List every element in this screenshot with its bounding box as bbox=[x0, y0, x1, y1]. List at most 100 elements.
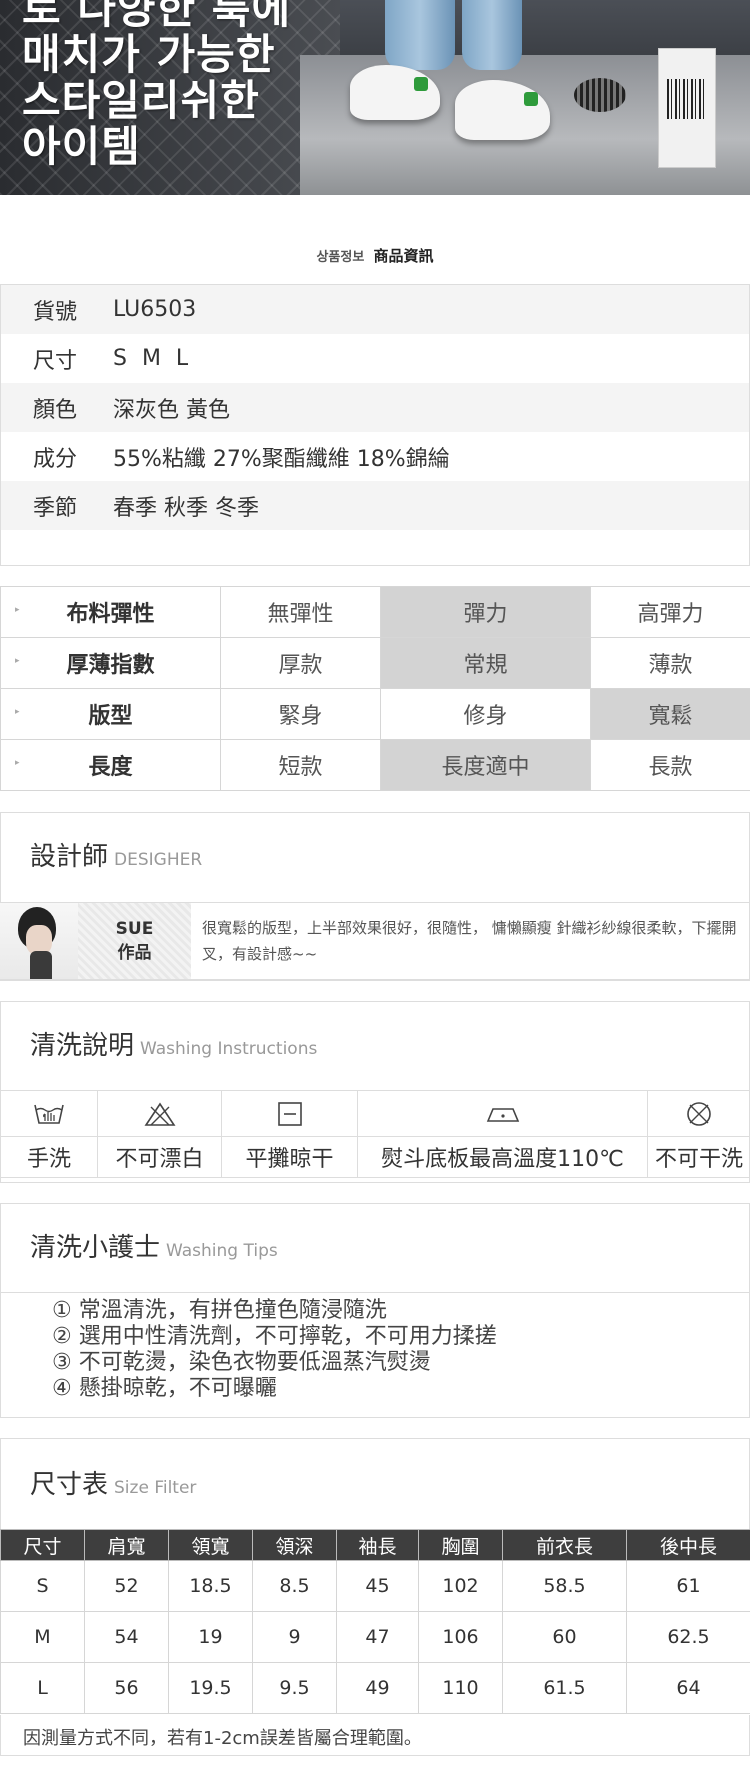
info-value: S M L bbox=[113, 346, 193, 371]
size-header: 肩寬 bbox=[84, 1529, 169, 1561]
attribute-label: ▸ 長度 bbox=[0, 739, 221, 791]
designer-name-card: SUE 作品 bbox=[78, 903, 191, 979]
size-cell: M bbox=[0, 1611, 85, 1663]
hero-banner: 로 다양한 룩에 매치가 가능한 스타일리쉬한 아이템 bbox=[0, 0, 750, 195]
attribute-label: ▸ 布料彈性 bbox=[0, 586, 221, 638]
no-bleach-icon bbox=[97, 1090, 222, 1137]
wash-label: 手洗 bbox=[0, 1136, 98, 1178]
jeans-leg bbox=[385, 0, 455, 70]
size-cell: 45 bbox=[336, 1560, 419, 1612]
size-cell: 9 bbox=[252, 1611, 337, 1663]
hero-line: 로 다양한 룩에 bbox=[22, 0, 292, 33]
size-cell: 49 bbox=[336, 1662, 419, 1714]
wash-label: 不可干洗 bbox=[647, 1136, 750, 1178]
attribute-option: 高彈力 bbox=[590, 586, 750, 638]
size-title: 尺寸表 Size Filter bbox=[30, 1470, 197, 1500]
size-cell: 64 bbox=[626, 1662, 750, 1714]
iron-icon bbox=[357, 1090, 648, 1137]
size-table: 尺寸 肩寬 領寬 領深 袖長 胸圍 前衣長 後中長 S 52 18.5 8.5 … bbox=[0, 1529, 750, 1714]
product-info-table: 貨號 LU6503 尺寸 S M L 顏色 深灰色 黃色 成分 55%粘纖 27… bbox=[0, 284, 750, 566]
bullet-arrow-icon: ▸ bbox=[15, 758, 20, 768]
info-label: 季節 bbox=[33, 495, 78, 521]
info-row: 成分 55%粘纖 27%聚酯纖維 18%錦綸 bbox=[1, 432, 749, 481]
size-header: 前衣長 bbox=[502, 1529, 627, 1561]
size-header: 袖長 bbox=[336, 1529, 419, 1561]
size-cell: 106 bbox=[418, 1611, 503, 1663]
floor-drain bbox=[574, 78, 626, 112]
designer-title: 設計師 DESIGHER bbox=[30, 842, 203, 872]
tips-list: ① 常溫清洗，有拼色撞色隨浸隨洗 ② 選用中性清洗劑，不可擰乾，不可用力揉搓 ③… bbox=[52, 1298, 497, 1402]
attribute-option: 長款 bbox=[590, 739, 750, 791]
size-cell: 54 bbox=[84, 1611, 169, 1663]
tip-item: ② 選用中性清洗劑，不可擰乾，不可用力揉搓 bbox=[52, 1324, 497, 1349]
bullet-arrow-icon: ▸ bbox=[15, 605, 20, 615]
attribute-option-selected: 彈力 bbox=[380, 586, 591, 638]
no-dry-clean-icon bbox=[647, 1090, 750, 1137]
designer-row: SUE 作品 很寬鬆的版型，上半部效果很好，很隨性， 慵懶顯瘦 針織衫紗線很柔軟… bbox=[0, 902, 750, 980]
heading-zh: 商品資訊 bbox=[373, 247, 434, 265]
washing-table: 手洗 不可漂白 平攤晾干 熨斗底板最高溫度110℃ 不可干洗 bbox=[0, 1090, 750, 1178]
attribute-row: ▸ 版型 緊身 修身 寬鬆 bbox=[0, 688, 750, 740]
wash-label: 熨斗底板最高溫度110℃ bbox=[357, 1136, 648, 1178]
hero-line: 매치가 가능한 bbox=[22, 30, 276, 79]
size-cell: 47 bbox=[336, 1611, 419, 1663]
size-cell: 18.5 bbox=[168, 1560, 253, 1612]
washing-title: 清洗說明 Washing Instructions bbox=[30, 1031, 318, 1061]
tips-title: 清洗小護士 Washing Tips bbox=[30, 1233, 278, 1263]
washing-title-en: Washing Instructions bbox=[140, 1039, 318, 1059]
designer-works-label: 作品 bbox=[117, 943, 152, 963]
attribute-row: ▸ 長度 短款 長度適中 長款 bbox=[0, 739, 750, 791]
attribute-label: ▸ 厚薄指數 bbox=[0, 637, 221, 689]
hero-line: 아이템 bbox=[22, 122, 141, 171]
attribute-option: 修身 bbox=[380, 688, 591, 740]
info-row: 貨號 LU6503 bbox=[1, 285, 749, 334]
hero-text: 로 다양한 룩에 매치가 가능한 스타일리쉬한 아이템 bbox=[22, 0, 312, 170]
size-cell: 110 bbox=[418, 1662, 503, 1714]
attribute-option: 無彈性 bbox=[220, 586, 381, 638]
info-value: 春季 秋季 冬季 bbox=[113, 495, 259, 521]
info-value: 55%粘纖 27%聚酯纖維 18%錦綸 bbox=[113, 446, 450, 472]
price-tag bbox=[658, 48, 716, 168]
size-header: 領深 bbox=[252, 1529, 337, 1561]
size-header: 尺寸 bbox=[0, 1529, 85, 1561]
tips-title-en: Washing Tips bbox=[166, 1241, 278, 1261]
info-label: 尺寸 bbox=[33, 348, 78, 374]
size-cell: 61 bbox=[626, 1560, 750, 1612]
attribute-option: 薄款 bbox=[590, 637, 750, 689]
size-cell: L bbox=[0, 1662, 85, 1714]
heading-ko: 상품정보 bbox=[316, 250, 365, 265]
wash-label: 平攤晾干 bbox=[221, 1136, 358, 1178]
table-row: S 52 18.5 8.5 45 102 58.5 61 bbox=[0, 1560, 750, 1612]
info-row: 季節 春季 秋季 冬季 bbox=[1, 481, 749, 530]
size-header: 領寬 bbox=[168, 1529, 253, 1561]
size-cell: 60 bbox=[502, 1611, 627, 1663]
tip-item: ③ 不可乾燙，染色衣物要低溫蒸汽熨燙 bbox=[52, 1350, 431, 1375]
size-note: 因測量方式不同，若有1-2cm誤差皆屬合理範圍。 bbox=[0, 1715, 750, 1756]
designer-name: SUE bbox=[115, 919, 154, 939]
size-header-row: 尺寸 肩寬 領寬 領深 袖長 胸圍 前衣長 後中長 bbox=[0, 1529, 750, 1561]
jeans-leg bbox=[462, 0, 522, 70]
avatar bbox=[0, 903, 78, 979]
tip-item: ① 常溫清洗，有拼色撞色隨浸隨洗 bbox=[52, 1298, 387, 1323]
hero-line: 스타일리쉬한 bbox=[22, 76, 260, 125]
attribute-option: 厚款 bbox=[220, 637, 381, 689]
info-row: 尺寸 S M L bbox=[1, 334, 749, 383]
attribute-label: ▸ 版型 bbox=[0, 688, 221, 740]
size-cell: 19 bbox=[168, 1611, 253, 1663]
attribute-row: ▸ 布料彈性 無彈性 彈力 高彈力 bbox=[0, 586, 750, 638]
info-label: 顏色 bbox=[33, 397, 78, 423]
info-value: LU6503 bbox=[113, 297, 197, 322]
info-label: 貨號 bbox=[33, 299, 78, 325]
wash-label: 不可漂白 bbox=[97, 1136, 222, 1178]
dry-flat-icon bbox=[221, 1090, 358, 1137]
size-cell: 61.5 bbox=[502, 1662, 627, 1714]
attribute-option: 短款 bbox=[220, 739, 381, 791]
attribute-table: ▸ 布料彈性 無彈性 彈力 高彈力 ▸ 厚薄指數 厚款 常規 薄款 ▸ 版型 緊身 修… bbox=[0, 586, 750, 791]
attribute-option: 緊身 bbox=[220, 688, 381, 740]
size-cell: 102 bbox=[418, 1560, 503, 1612]
designer-title-en: DESIGHER bbox=[114, 850, 203, 870]
size-cell: 9.5 bbox=[252, 1662, 337, 1714]
size-cell: 58.5 bbox=[502, 1560, 627, 1612]
info-row: 顏色 深灰色 黃色 bbox=[1, 383, 749, 432]
info-value: 深灰色 黃色 bbox=[113, 397, 230, 423]
